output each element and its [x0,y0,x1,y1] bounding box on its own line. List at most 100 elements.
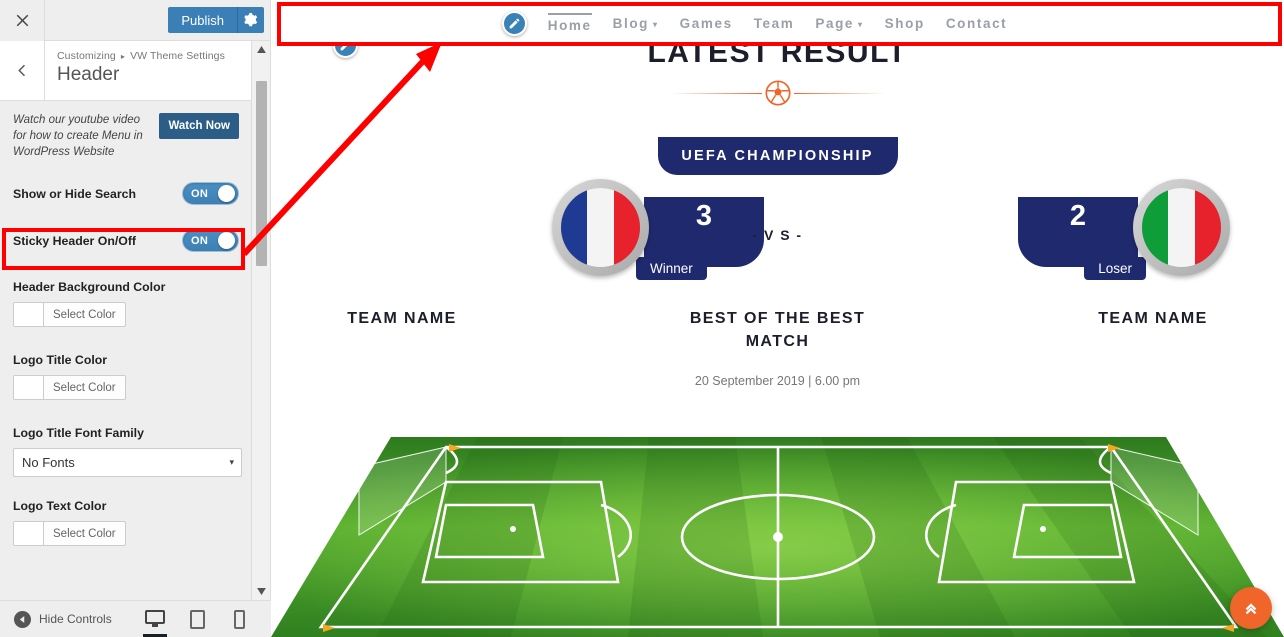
color-swatch [14,376,44,399]
customizer-controls-list: Watch our youtube video for how to creat… [0,102,252,600]
home-result-tag: Winner [636,257,707,280]
page-title: Header [57,64,120,85]
gear-icon[interactable] [237,7,264,33]
control-show-hide-search: Show or Hide Search ON [13,182,239,205]
select-color-label: Select Color [53,381,116,394]
nav-label: Contact [945,15,1008,31]
double-chevron-up-icon[interactable] [1230,587,1272,629]
nav-item-home[interactable]: Home [547,13,592,33]
nav-label: Blog [612,15,650,31]
nav-item-games[interactable]: Games [680,16,733,31]
mobile-preview-icon[interactable] [225,605,253,633]
toggle-state-label: ON [191,187,209,200]
notice-text: Watch our youtube video for how to creat… [13,114,143,158]
nav-item-shop[interactable]: Shop [885,16,925,31]
sidebar-scrollbar[interactable] [251,41,270,600]
match-teams-row: TEAM NAME BEST OF THE BEST MATCH 20 Sept… [271,307,1284,391]
hide-controls-label: Hide Controls [39,612,112,626]
watch-now-button[interactable]: Watch Now [159,113,239,139]
logo-text-color-picker[interactable]: Select Color [13,521,126,546]
breadcrumb-root: Customizing [57,50,116,62]
soccer-ball-icon [271,80,1284,106]
control-sticky-header: Sticky Header On/Off ON [13,229,239,252]
show-hide-search-toggle[interactable]: ON [182,182,239,205]
close-icon[interactable] [0,0,45,41]
away-score-plate: 2 Loser [1018,197,1146,280]
away-team-col: TEAM NAME [1058,307,1248,391]
control-label: Header Background Color [13,280,166,294]
control-header-background-color: Header Background Color Select Color [13,280,239,331]
away-flag-stripes [1142,188,1221,267]
nav-label: Page [815,15,855,31]
soccer-ball-glyph [764,80,791,106]
control-label: Show or Hide Search [13,186,136,201]
scrollbar-thumb[interactable] [256,81,267,266]
preview-page-content: LATEST RESULT UEFA CHAMPIONSHIP 3 Winner [271,0,1284,637]
match-date: 20 September 2019 | 6.00 pm [694,374,861,388]
back-button[interactable] [0,41,45,100]
control-label: Logo Title Color [13,353,108,367]
match-score-row: 3 Winner - V S - 2 Loser [271,179,1284,280]
away-team-name: TEAM NAME [1098,310,1208,327]
home-team-col: TEAM NAME [307,307,497,391]
nav-label: Home [547,18,592,33]
caret-up-icon[interactable] [252,41,270,58]
home-team-name: TEAM NAME [347,310,457,327]
nav-item-team[interactable]: Team [754,16,795,31]
customizer-topbar: Publish [0,0,270,41]
championship-label: UEFA CHAMPIONSHIP [681,148,874,164]
logo-title-color-picker[interactable]: Select Color [13,375,126,400]
toggle-state-label: ON [191,234,209,247]
header-background-color-picker[interactable]: Select Color [13,302,126,327]
home-flag-icon [552,179,649,276]
select-color-label: Select Color [53,308,116,321]
nav-item-page[interactable]: Page ▾ [815,16,863,31]
home-score-plate: 3 Winner [636,197,764,280]
nav-item-contact[interactable]: Contact [946,16,1007,31]
control-label: Logo Title Font Family [13,426,144,440]
customizer-footer: Hide Controls [0,600,271,637]
pencil-edit-icon[interactable] [501,10,527,36]
select-color-label: Select Color [53,527,116,540]
match-title: BEST OF THE BEST MATCH [689,310,866,350]
soccer-field-illustration [271,427,1284,637]
device-preview-group [141,605,257,637]
championship-banner: UEFA CHAMPIONSHIP [657,137,898,175]
caret-down-icon[interactable] [252,583,271,600]
control-label: Logo Text Color [13,499,107,513]
color-swatch [14,303,44,326]
divider-line-left [669,92,762,94]
control-logo-title-color: Logo Title Color Select Color [13,353,239,404]
tablet-preview-icon[interactable] [183,605,211,633]
breadcrumb-separator-icon: ▸ [120,52,126,61]
away-score: 2 [1069,200,1087,232]
control-logo-title-font-family: Logo Title Font Family No Fonts ▾ [13,426,242,477]
desktop-preview-icon[interactable] [141,605,169,637]
logo-title-font-family-select[interactable]: No Fonts ▾ [13,448,242,477]
customizer-screen: Publish Customizing ▸ VW Theme Settings … [0,0,1284,637]
color-swatch [14,522,44,545]
panel-header-text: Customizing ▸ VW Theme Settings Header [45,41,225,100]
publish-button[interactable]: Publish [168,7,237,33]
youtube-notice: Watch our youtube video for how to creat… [13,112,239,160]
hide-controls-button[interactable]: Hide Controls [14,610,112,628]
panel-header: Customizing ▸ VW Theme Settings Header [0,41,270,101]
site-sticky-header: Home Blog ▾ Games Team Page ▾ Shop Contact [271,0,1284,46]
home-flag-stripes [561,188,640,267]
control-label: Sticky Header On/Off [13,233,137,248]
breadcrumb: Customizing ▸ VW Theme Settings [57,50,225,62]
home-score: 3 [695,200,713,232]
chevron-down-icon: ▾ [229,457,234,467]
select-value: No Fonts [22,455,75,470]
match-info-col: BEST OF THE BEST MATCH 20 September 2019… [683,307,873,391]
breadcrumb-parent: VW Theme Settings [130,50,225,62]
nav-label: Games [679,15,733,31]
chevron-down-icon: ▾ [858,19,864,29]
nav-label: Shop [884,15,925,31]
nav-item-blog[interactable]: Blog ▾ [613,16,659,31]
nav-label: Team [753,15,795,31]
sticky-header-toggle[interactable]: ON [182,229,239,252]
toggle-knob [218,185,235,202]
toggle-knob [218,232,235,249]
away-result-tag: Loser [1084,257,1146,280]
